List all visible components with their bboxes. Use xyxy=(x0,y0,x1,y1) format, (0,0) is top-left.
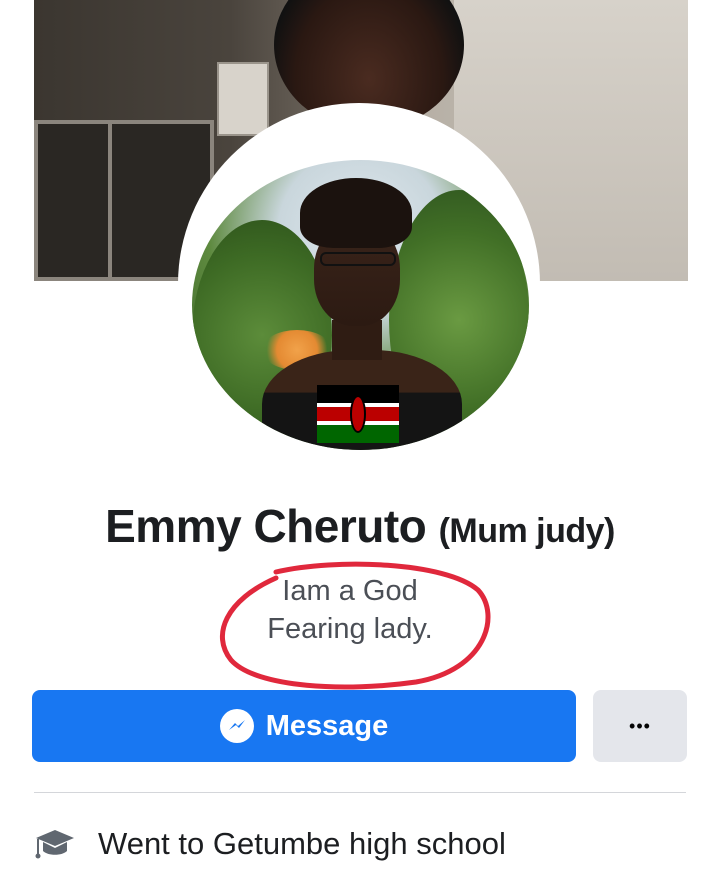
intro-education: Went to Getumbe high school xyxy=(34,826,506,862)
message-button-label: Message xyxy=(265,709,389,742)
cover-sign xyxy=(217,62,269,136)
person-hair xyxy=(300,178,412,248)
profile-name: Emmy Cheruto (Mum judy) xyxy=(0,499,720,553)
glasses xyxy=(320,252,396,266)
annotation-circle xyxy=(220,561,491,690)
messenger-icon xyxy=(219,709,254,743)
education-text: Went to Getumbe high school xyxy=(98,826,506,861)
profile-name-text: Emmy Cheruto xyxy=(105,500,427,552)
alternate-name: (Mum judy) xyxy=(438,512,616,550)
kenya-flag-icon xyxy=(317,385,399,443)
divider xyxy=(34,792,686,793)
more-dots-icon: ••• xyxy=(629,715,651,736)
graduation-cap-icon xyxy=(35,830,74,859)
person-neck xyxy=(332,320,382,360)
message-button[interactable]: Message xyxy=(32,690,576,762)
more-options-button[interactable]: ••• xyxy=(593,690,687,762)
